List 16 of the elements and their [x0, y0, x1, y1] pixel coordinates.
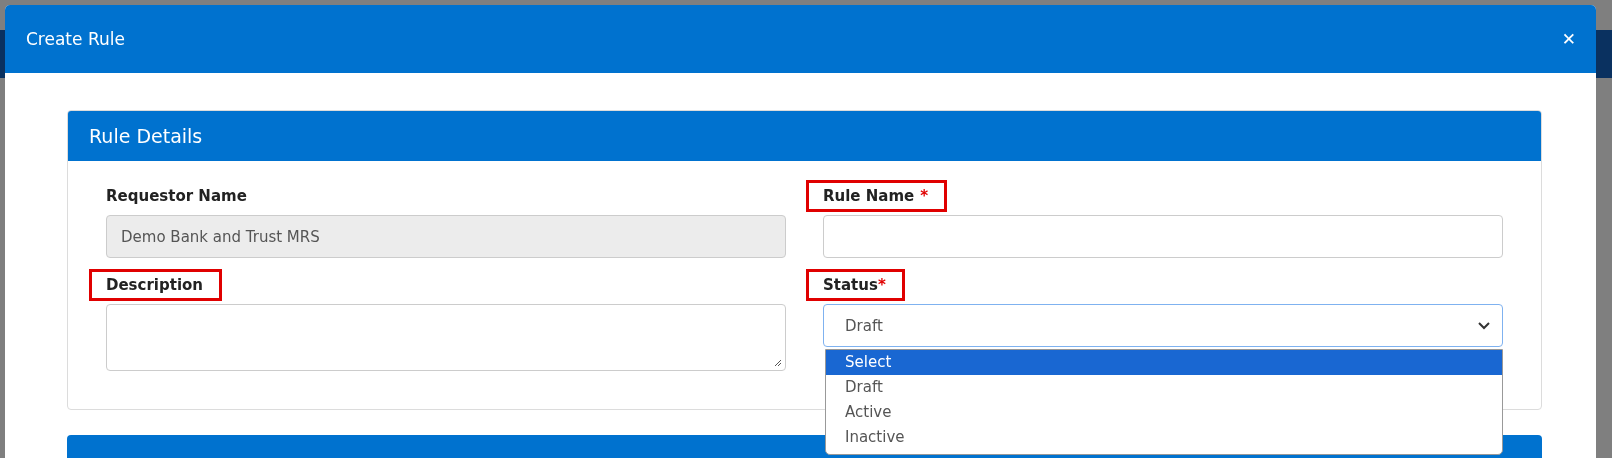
- field-label: Status*: [806, 269, 905, 301]
- dropdown-option[interactable]: Select: [826, 350, 1502, 375]
- section-title: Rule Details: [89, 125, 203, 147]
- field-label: Description: [89, 269, 223, 301]
- dropdown-option[interactable]: Active: [826, 400, 1502, 425]
- dialog-title: Create Rule: [26, 29, 125, 49]
- close-button[interactable]: ✕: [1561, 29, 1576, 49]
- input-field[interactable]: [823, 215, 1503, 258]
- status-select[interactable]: Draft: [823, 304, 1503, 347]
- dropdown-option[interactable]: Draft: [826, 375, 1502, 400]
- text-area[interactable]: [106, 304, 786, 371]
- resize-grip-icon: [774, 359, 782, 367]
- field-label: Rule Name *: [806, 180, 948, 212]
- dropdown-option[interactable]: Inactive: [826, 425, 1502, 450]
- chevron-down-icon: [1478, 321, 1490, 330]
- field-label: Requestor Name: [105, 186, 248, 207]
